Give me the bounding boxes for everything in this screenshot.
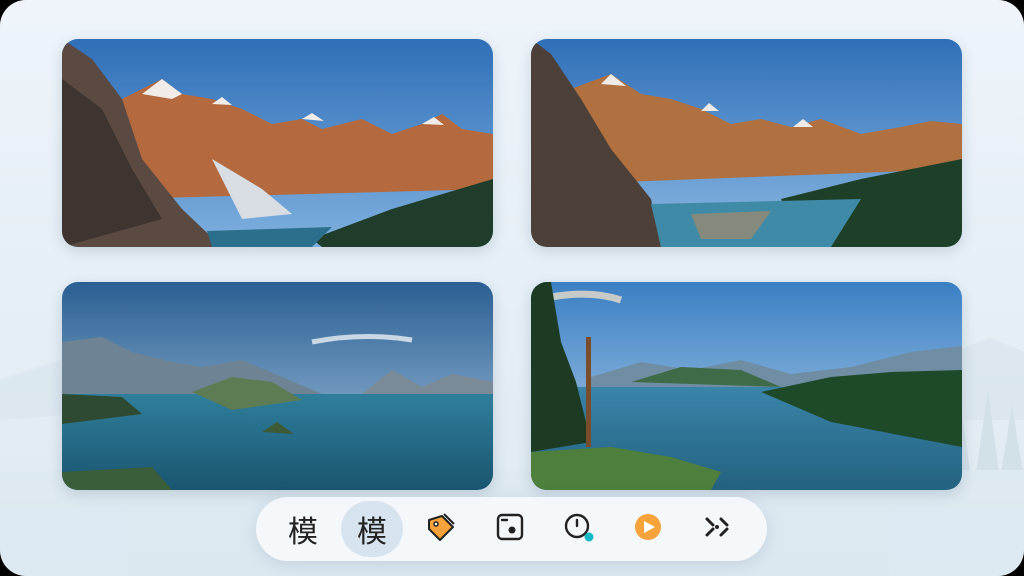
magnify-clock-icon <box>562 510 596 548</box>
image-frame-icon <box>493 510 527 548</box>
paint-tag-button[interactable] <box>410 501 472 557</box>
shuffle-scissors-icon <box>700 510 734 548</box>
thumbnail-landscape-4[interactable] <box>531 282 962 490</box>
mode-label-2: 模 <box>357 515 387 550</box>
paint-tag-icon <box>424 510 458 548</box>
mode-label-1: 模 <box>288 515 318 550</box>
mode-button-2[interactable]: 模 <box>341 501 403 557</box>
bottom-toolbar: 模 模 <box>256 497 767 561</box>
play-circle-icon <box>631 510 665 548</box>
app-window: 模 模 <box>0 0 1024 576</box>
thumbnail-landscape-2[interactable] <box>531 39 962 247</box>
shuffle-scissors-button[interactable] <box>686 501 748 557</box>
mode-button-1[interactable]: 模 <box>272 501 334 557</box>
magnify-clock-button[interactable] <box>548 501 610 557</box>
play-circle-button[interactable] <box>617 501 679 557</box>
image-frame-button[interactable] <box>479 501 541 557</box>
thumbnail-landscape-3[interactable] <box>62 282 493 490</box>
thumbnail-landscape-1[interactable] <box>62 39 493 247</box>
